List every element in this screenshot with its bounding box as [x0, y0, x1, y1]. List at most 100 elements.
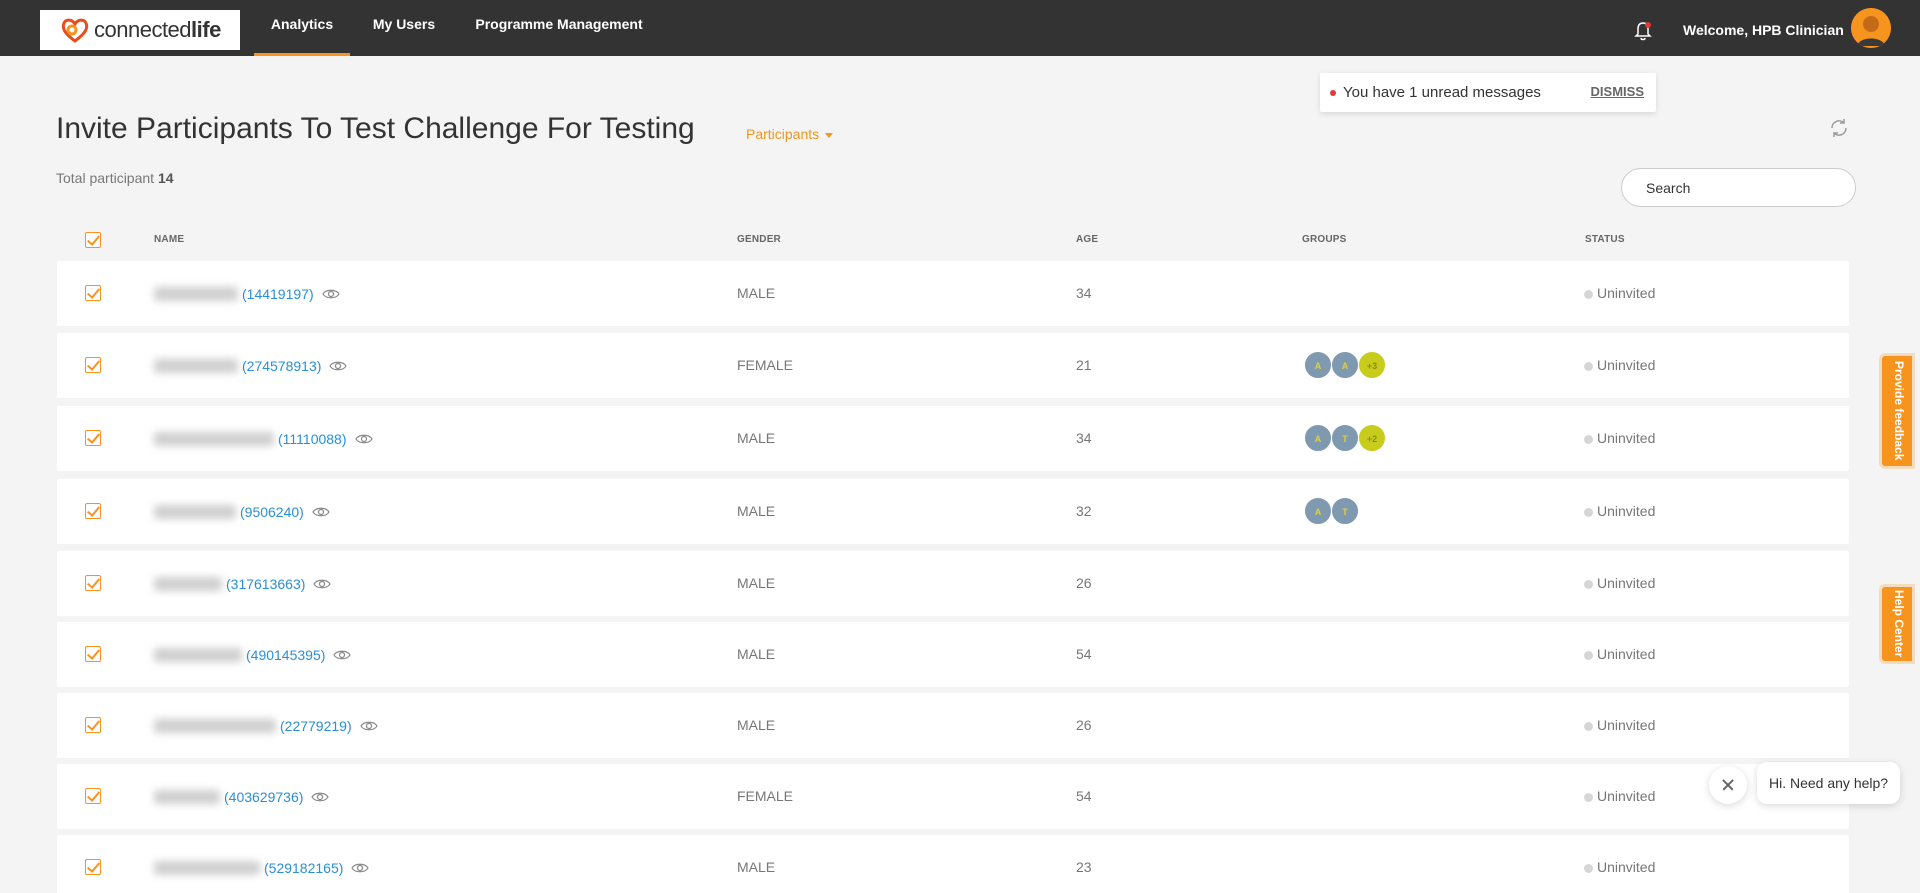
header-age[interactable]: AGE — [1076, 234, 1098, 245]
bell-icon[interactable] — [1633, 20, 1653, 42]
status-cell: Uninvited — [1584, 406, 1655, 471]
group-chip[interactable]: +2 — [1358, 424, 1386, 452]
row-checkbox[interactable] — [85, 503, 101, 519]
logo-text: connectedlife — [94, 17, 221, 42]
redacted-name — [154, 505, 236, 520]
refresh-icon[interactable] — [1828, 117, 1850, 139]
participant-id-link[interactable]: (490145395) — [246, 647, 325, 663]
gender-cell: FEMALE — [737, 788, 794, 804]
row-checkbox[interactable] — [85, 575, 101, 591]
status-text: Uninvited — [1597, 788, 1656, 804]
gender-cell: MALE — [737, 859, 776, 875]
age-cell: 54 — [1076, 788, 1092, 804]
group-chip[interactable]: T — [1331, 497, 1359, 525]
gender-cell: MALE — [737, 285, 776, 301]
participant-name-cell: (22779219) — [154, 693, 378, 758]
status-dot-icon — [1584, 579, 1593, 589]
provide-feedback-tab[interactable]: Provide feedback — [1882, 356, 1912, 466]
age-cell: 34 — [1076, 430, 1092, 446]
row-checkbox[interactable] — [85, 646, 101, 662]
chat-help-bubble[interactable]: Hi. Need any help? — [1757, 762, 1901, 804]
redacted-name — [154, 287, 238, 302]
group-chip[interactable]: A — [1331, 351, 1359, 379]
table-row[interactable]: (274578913) FEMALE 21 A A +3 Uninvited — [57, 333, 1849, 398]
group-chip[interactable]: A — [1304, 497, 1332, 525]
header-gender[interactable]: GENDER — [737, 234, 781, 245]
status-cell: Uninvited — [1584, 551, 1655, 616]
status-dot-icon — [1584, 434, 1593, 444]
table-row[interactable]: (14419197) MALE 34 Uninvited — [57, 261, 1849, 326]
participant-id-link[interactable]: (14419197) — [242, 286, 314, 302]
welcome-text: Welcome, HPB Clinician — [1683, 22, 1844, 38]
row-checkbox[interactable] — [85, 430, 101, 446]
eye-icon[interactable] — [312, 506, 330, 518]
tab-my-users[interactable]: My Users — [366, 0, 442, 56]
eye-icon[interactable] — [313, 578, 332, 590]
participants-dropdown-label: Participants — [746, 126, 820, 142]
participant-id-link[interactable]: (22779219) — [280, 718, 352, 734]
participant-id-link[interactable]: (274578913) — [242, 358, 321, 374]
group-chip[interactable]: A — [1304, 424, 1332, 452]
redacted-name — [154, 790, 220, 805]
participant-name-cell: (9506240) — [154, 479, 330, 544]
group-chip[interactable]: T — [1331, 424, 1359, 452]
status-cell: Uninvited — [1584, 764, 1655, 829]
row-checkbox[interactable] — [85, 859, 101, 875]
participant-name-cell: (274578913) — [154, 333, 348, 398]
status-text: Uninvited — [1597, 503, 1656, 519]
status-dot-icon — [1584, 792, 1593, 802]
participant-id-link[interactable]: (529182165) — [264, 860, 343, 876]
status-text: Uninvited — [1597, 859, 1656, 875]
participant-id-link[interactable]: (9506240) — [240, 504, 304, 520]
gender-cell: MALE — [737, 503, 776, 519]
participants-dropdown[interactable]: Participants — [746, 126, 834, 142]
row-checkbox[interactable] — [85, 285, 101, 301]
row-checkbox[interactable] — [85, 788, 101, 804]
chat-close-button[interactable] — [1709, 766, 1747, 804]
header-status[interactable]: STATUS — [1585, 234, 1625, 245]
table-row[interactable]: (403629736) FEMALE 54 Uninvited — [57, 764, 1849, 829]
table-row[interactable]: (317613663) MALE 26 Uninvited — [57, 551, 1849, 616]
table-row[interactable]: (529182165) MALE 23 Uninvited — [57, 835, 1849, 893]
age-cell: 23 — [1076, 859, 1092, 875]
eye-icon[interactable] — [354, 433, 373, 445]
dismiss-button[interactable]: DISMISS — [1591, 84, 1644, 99]
eye-icon[interactable] — [351, 862, 370, 874]
eye-icon[interactable] — [329, 360, 348, 372]
help-center-tab[interactable]: Help Center — [1882, 587, 1912, 661]
group-chip[interactable]: +3 — [1358, 351, 1386, 379]
user-avatar[interactable] — [1851, 8, 1891, 48]
gender-cell: MALE — [737, 717, 776, 733]
redacted-name — [154, 648, 242, 663]
search-input[interactable] — [1621, 168, 1856, 207]
status-dot-icon — [1584, 507, 1593, 517]
table-row[interactable]: (22779219) MALE 26 Uninvited — [57, 693, 1849, 758]
status-text: Uninvited — [1597, 646, 1656, 662]
connectedlife-logo[interactable]: connectedlife — [40, 10, 240, 50]
table-row[interactable]: (490145395) MALE 54 Uninvited — [57, 622, 1849, 687]
status-cell: Uninvited — [1584, 479, 1655, 544]
eye-icon[interactable] — [359, 720, 378, 732]
row-checkbox[interactable] — [85, 717, 101, 733]
participant-name-cell: (14419197) — [154, 261, 340, 326]
participant-id-link[interactable]: (403629736) — [224, 789, 303, 805]
participant-id-link[interactable]: (11110088) — [278, 431, 347, 447]
header-name[interactable]: NAME — [154, 234, 184, 245]
heart-logo-icon — [61, 18, 89, 43]
table-row[interactable]: (11110088) MALE 34 A T +2 Uninvited — [57, 406, 1849, 471]
tab-programme-management[interactable]: Programme Management — [470, 0, 648, 56]
row-checkbox[interactable] — [85, 357, 101, 373]
redacted-name — [154, 861, 260, 876]
participant-id-link[interactable]: (317613663) — [226, 576, 305, 592]
tab-analytics[interactable]: Analytics — [254, 0, 350, 56]
redacted-name — [154, 432, 274, 447]
group-chip[interactable]: A — [1304, 351, 1332, 379]
redacted-name — [154, 719, 276, 734]
eye-icon[interactable] — [333, 649, 352, 661]
eye-icon[interactable] — [311, 791, 330, 803]
select-all-checkbox[interactable] — [85, 232, 101, 248]
page-title: Invite Participants To Test Challenge Fo… — [56, 112, 695, 145]
table-row[interactable]: (9506240) MALE 32 A T Uninvited — [57, 479, 1849, 544]
header-groups[interactable]: GROUPS — [1302, 234, 1347, 245]
eye-icon[interactable] — [321, 288, 340, 300]
